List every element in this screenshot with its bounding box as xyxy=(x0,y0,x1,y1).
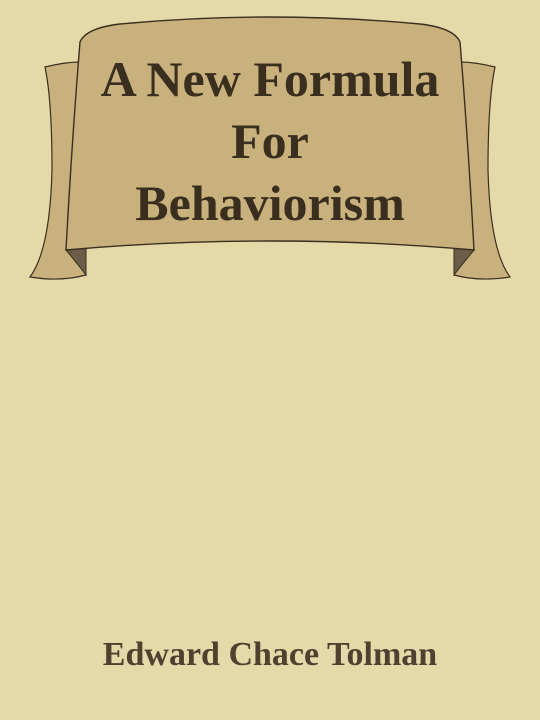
book-title: A New Formula For Behaviorism xyxy=(70,48,470,234)
title-line-3: Behaviorism xyxy=(135,175,405,231)
title-line-2: For xyxy=(231,113,309,169)
title-line-1: A New Formula xyxy=(100,51,440,107)
book-author: Edward Chace Tolman xyxy=(102,636,438,673)
book-cover: A New Formula For Behaviorism Edward Cha… xyxy=(0,0,540,720)
